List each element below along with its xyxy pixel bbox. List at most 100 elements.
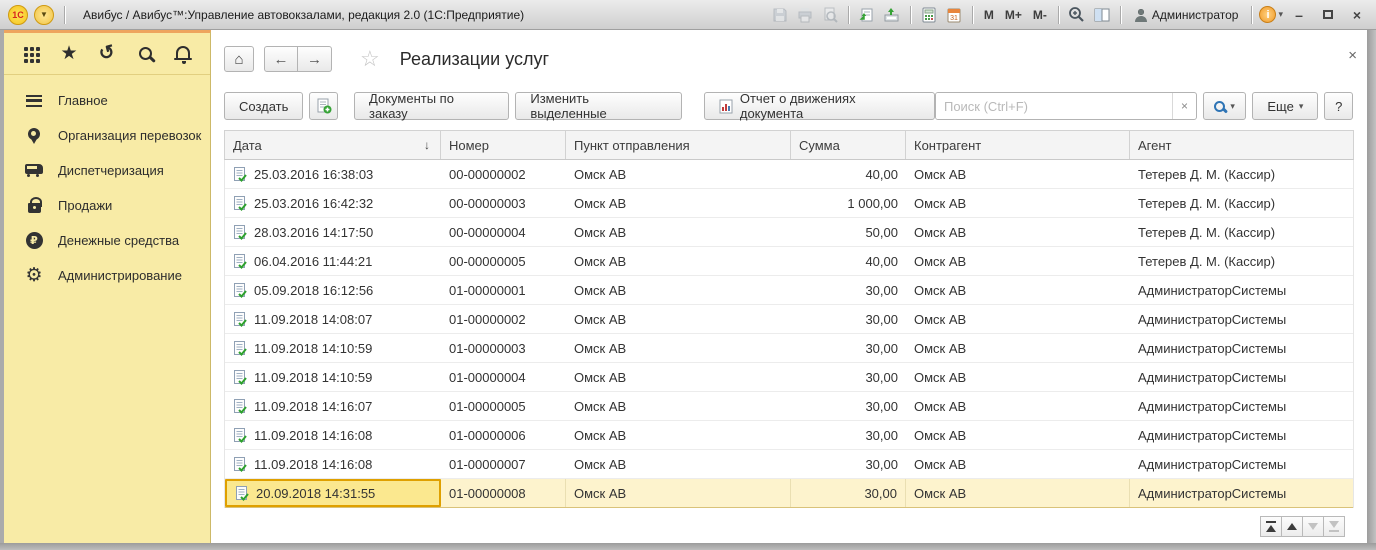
- scroll-down-button[interactable]: [1302, 516, 1324, 537]
- cell-number: 01-00000005: [441, 392, 566, 420]
- split-window-icon[interactable]: [1091, 5, 1113, 25]
- load-from-file-icon[interactable]: [881, 5, 903, 25]
- cell-counterparty: Омск АВ: [906, 450, 1130, 478]
- column-header-counterparty[interactable]: Контрагент: [906, 131, 1130, 159]
- column-header-number[interactable]: Номер: [441, 131, 566, 159]
- maximize-button[interactable]: [1315, 5, 1341, 25]
- table-row[interactable]: 11.09.2018 14:16:07 01-00000005 Омск АВ …: [225, 392, 1353, 421]
- favorite-toggle-icon[interactable]: ☆: [360, 48, 380, 70]
- posted-document-icon: [233, 166, 247, 182]
- memory-add-button[interactable]: M+: [1001, 5, 1026, 25]
- table-row[interactable]: 25.03.2016 16:38:03 00-00000002 Омск АВ …: [225, 160, 1353, 189]
- table-row[interactable]: 11.09.2018 14:10:59 01-00000004 Омск АВ …: [225, 363, 1353, 392]
- divider: [848, 6, 849, 24]
- sidebar-item-transport-organization[interactable]: Организация перевозок: [4, 118, 210, 153]
- zoom-icon[interactable]: [1066, 5, 1088, 25]
- cell-number: 01-00000003: [441, 334, 566, 362]
- table-row[interactable]: 25.03.2016 16:42:32 00-00000003 Омск АВ …: [225, 189, 1353, 218]
- sidebar-item-money[interactable]: ₽ Денежные средства: [4, 223, 210, 258]
- divider: [1120, 6, 1121, 24]
- posted-document-icon: [233, 311, 247, 327]
- search-options-button[interactable]: ▾: [1203, 92, 1246, 120]
- info-button[interactable]: i ▾: [1259, 6, 1283, 23]
- table-row[interactable]: 11.09.2018 14:16:08 01-00000006 Омск АВ …: [225, 421, 1353, 450]
- home-button[interactable]: ⌂: [224, 46, 254, 72]
- divider: [1058, 6, 1059, 24]
- scroll-to-top-button[interactable]: [1260, 516, 1282, 537]
- window-frame-right: [1367, 30, 1376, 543]
- favorites-star-icon[interactable]: ★: [58, 43, 80, 65]
- posted-document-icon: [233, 282, 247, 298]
- save-to-file-icon[interactable]: [856, 5, 878, 25]
- table-header: Дата ↓ Номер Пункт отправления Сумма Кон…: [224, 130, 1354, 160]
- search-icon[interactable]: [134, 43, 156, 65]
- scroll-up-button[interactable]: [1281, 516, 1303, 537]
- table-row[interactable]: 05.09.2018 16:12:56 01-00000001 Омск АВ …: [225, 276, 1353, 305]
- cell-number: 00-00000005: [441, 247, 566, 275]
- column-header-agent[interactable]: Агент: [1130, 131, 1353, 159]
- cell-date: 11.09.2018 14:08:07: [254, 312, 372, 327]
- cell-number: 00-00000004: [441, 218, 566, 246]
- column-header-date[interactable]: Дата ↓: [225, 131, 441, 159]
- menu-icon: [24, 91, 44, 111]
- current-user[interactable]: Администратор: [1128, 8, 1245, 22]
- cell-agent: АдминистраторСистемы: [1130, 392, 1353, 420]
- cell-counterparty: Омск АВ: [906, 305, 1130, 333]
- calendar-icon[interactable]: 31: [943, 5, 965, 25]
- notifications-bell-icon[interactable]: [172, 43, 194, 65]
- sections-grid-icon[interactable]: [20, 43, 42, 65]
- document-movements-report-button[interactable]: Отчет о движениях документа: [704, 92, 935, 120]
- minimize-button[interactable]: –: [1286, 5, 1312, 25]
- cell-departure: Омск АВ: [566, 479, 791, 507]
- table-row[interactable]: 11.09.2018 14:16:08 01-00000007 Омск АВ …: [225, 450, 1353, 479]
- back-button[interactable]: ←: [264, 46, 298, 72]
- sidebar-item-main[interactable]: Главное: [4, 83, 210, 118]
- titlebar: 1С ▼ Авибус / Авибус™:Управление автовок…: [0, 0, 1376, 30]
- table-row[interactable]: 11.09.2018 14:10:59 01-00000003 Омск АВ …: [225, 334, 1353, 363]
- table-row[interactable]: 11.09.2018 14:08:07 01-00000002 Омск АВ …: [225, 305, 1353, 334]
- scroll-to-bottom-button[interactable]: [1323, 516, 1345, 537]
- sidebar-menu: Главное Организация перевозок Диспетчери…: [4, 75, 210, 293]
- create-by-copy-button[interactable]: [309, 92, 338, 120]
- memory-recall-button[interactable]: M: [980, 5, 998, 25]
- divider: [1251, 6, 1252, 24]
- table-row[interactable]: 28.03.2016 14:17:50 00-00000004 Омск АВ …: [225, 218, 1353, 247]
- clear-search-icon[interactable]: ×: [1172, 93, 1196, 119]
- sidebar-item-sales[interactable]: Продажи: [4, 188, 210, 223]
- history-icon[interactable]: ↺: [96, 43, 118, 65]
- edit-selected-button[interactable]: Изменить выделенные: [515, 92, 682, 120]
- cell-number: 01-00000007: [441, 450, 566, 478]
- sidebar-item-dispatching[interactable]: Диспетчеризация: [4, 153, 210, 188]
- forward-button[interactable]: →: [298, 46, 332, 72]
- cell-date: 05.09.2018 16:12:56: [254, 283, 373, 298]
- divider: [910, 6, 911, 24]
- memory-subtract-button[interactable]: M-: [1029, 5, 1051, 25]
- column-header-departure[interactable]: Пункт отправления: [566, 131, 791, 159]
- calculator-icon[interactable]: [918, 5, 940, 25]
- search-input[interactable]: [936, 93, 1172, 119]
- help-button[interactable]: ?: [1324, 92, 1353, 120]
- print-preview-icon: [819, 5, 841, 25]
- column-header-sum[interactable]: Сумма: [791, 131, 906, 159]
- main-menu-button[interactable]: ▼: [34, 5, 54, 25]
- table-body: 25.03.2016 16:38:03 00-00000002 Омск АВ …: [224, 160, 1354, 508]
- sidebar-item-administration[interactable]: ⚙ Администрирование: [4, 258, 210, 293]
- search-box: ×: [935, 92, 1197, 120]
- ruble-icon: ₽: [24, 231, 44, 251]
- create-button[interactable]: Создать: [224, 92, 303, 120]
- cell-number: 01-00000004: [441, 363, 566, 391]
- documents-by-order-button[interactable]: Документы по заказу: [354, 92, 509, 120]
- sidebar: ★ ↺ Главное Организация перевозок Диспет…: [4, 30, 211, 543]
- chevron-down-icon: ▾: [1230, 101, 1235, 112]
- close-window-button[interactable]: ×: [1344, 5, 1370, 25]
- documents-table: Дата ↓ Номер Пункт отправления Сумма Кон…: [224, 130, 1354, 508]
- user-icon: [1134, 8, 1148, 22]
- close-form-icon[interactable]: ×: [1348, 48, 1357, 63]
- divider: [972, 6, 973, 24]
- copy-document-icon: [316, 98, 332, 114]
- table-row[interactable]: 20.09.2018 14:31:55 01-00000008 Омск АВ …: [225, 479, 1353, 508]
- more-button[interactable]: Еще ▾: [1252, 92, 1318, 120]
- cell-number: 01-00000008: [441, 479, 566, 507]
- cell-departure: Омск АВ: [566, 276, 791, 304]
- table-row[interactable]: 06.04.2016 11:44:21 00-00000005 Омск АВ …: [225, 247, 1353, 276]
